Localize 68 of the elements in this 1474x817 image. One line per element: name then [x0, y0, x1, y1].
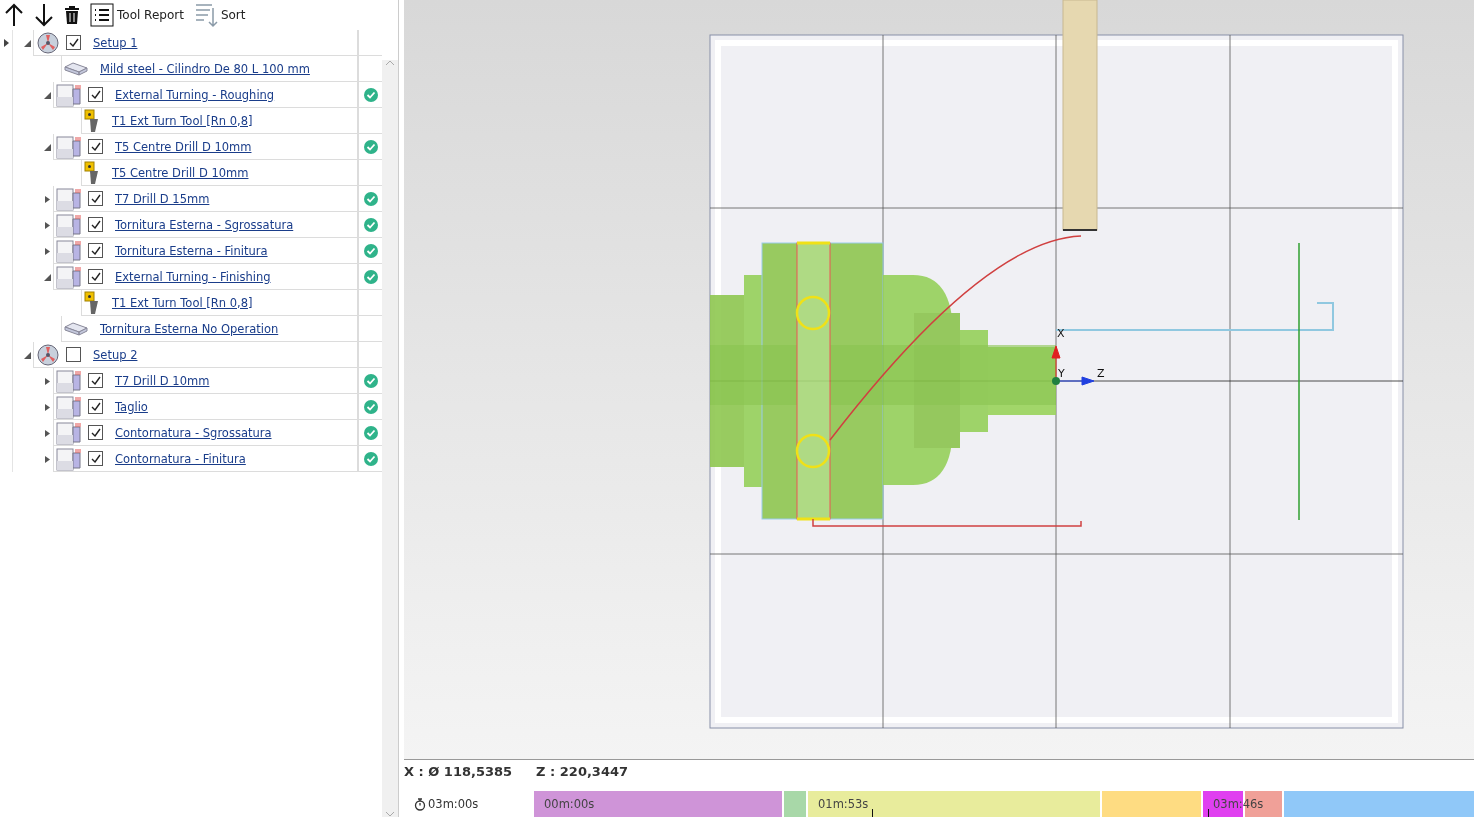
- segment-time: 00m:00s: [544, 797, 595, 811]
- chuck-icon: [36, 30, 60, 55]
- axis-label: Y: [1058, 367, 1065, 380]
- tree-item-link[interactable]: External Turning - Roughing: [115, 87, 275, 102]
- expander-icon[interactable]: [44, 143, 51, 151]
- axis-label: Z: [1097, 367, 1105, 380]
- 3d-viewport[interactable]: X Y Z: [404, 0, 1474, 760]
- expander-icon[interactable]: [44, 377, 51, 385]
- checkbox[interactable]: [88, 139, 103, 154]
- expander-icon[interactable]: [44, 403, 51, 411]
- checkbox[interactable]: [88, 451, 103, 466]
- tree-item-link[interactable]: Setup 1: [93, 35, 138, 50]
- checkbox[interactable]: [88, 399, 103, 414]
- checkbox[interactable]: [88, 87, 103, 102]
- z-coordinate: Z : 220,3447: [536, 763, 629, 779]
- tool-insert-icon: [84, 160, 100, 185]
- checkbox[interactable]: [88, 425, 103, 440]
- chuck-icon: [36, 342, 60, 367]
- tree-item-link[interactable]: Mild steel - Cilindro De 80 L 100 mm: [100, 61, 310, 76]
- trash-icon: [64, 5, 80, 25]
- tree-item-link[interactable]: Tornitura Esterna - Sgrossatura: [115, 217, 294, 232]
- toolbar-button[interactable]: Sort: [191, 1, 248, 29]
- tree-item-link[interactable]: T7 Drill D 15mm: [115, 191, 210, 206]
- checkbox[interactable]: [88, 269, 103, 284]
- expander-icon[interactable]: [44, 429, 51, 437]
- tree-item-link[interactable]: T1 Ext Turn Tool [Rn 0,8]: [112, 113, 253, 128]
- expander-icon[interactable]: [24, 39, 31, 47]
- list-icon: [90, 3, 114, 27]
- expander-icon[interactable]: [44, 221, 51, 229]
- tree-item-link[interactable]: Contornatura - Finitura: [115, 451, 246, 466]
- toolbar-button[interactable]: Tool Report: [88, 1, 186, 29]
- stock-block-icon: [64, 321, 88, 336]
- tree-item-link[interactable]: Taglio: [115, 399, 148, 414]
- stopwatch-icon: [414, 797, 426, 811]
- tree-item-link[interactable]: Tornitura Esterna No Operation: [100, 321, 279, 336]
- axis-label: X: [1057, 327, 1065, 340]
- tree-item-link[interactable]: T5 Centre Drill D 10mm: [115, 139, 252, 154]
- stock-block-icon: [64, 61, 88, 76]
- tree-item-link[interactable]: Setup 2: [93, 347, 138, 362]
- toolbar-icon-button[interactable]: [32, 1, 56, 29]
- tree-item-link[interactable]: Tornitura Esterna - Finitura: [115, 243, 268, 258]
- expander-icon[interactable]: [44, 247, 51, 255]
- tree-item-link[interactable]: Contornatura - Sgrossatura: [115, 425, 272, 440]
- expander-icon[interactable]: [3, 39, 9, 47]
- checkbox[interactable]: [88, 217, 103, 232]
- checkbox[interactable]: [66, 35, 81, 50]
- sort-icon: [193, 2, 218, 28]
- tool-insert-icon: [84, 290, 100, 315]
- tool-insert-icon: [84, 108, 100, 133]
- expander-icon[interactable]: [44, 91, 51, 99]
- expander-icon[interactable]: [44, 273, 51, 281]
- total-time: 03m:00s: [404, 797, 534, 811]
- checkbox[interactable]: [88, 243, 103, 258]
- segment-time: 01m:53s: [818, 797, 869, 811]
- checkbox[interactable]: [88, 373, 103, 388]
- checkbox[interactable]: [66, 347, 81, 362]
- down-arrow-icon: [34, 3, 54, 27]
- expander-icon[interactable]: [24, 351, 31, 359]
- up-arrow-icon: [4, 3, 24, 27]
- axis-triad-drawing: [1051, 345, 1095, 386]
- expander-icon[interactable]: [44, 455, 51, 463]
- tree-item-link[interactable]: T5 Centre Drill D 10mm: [112, 165, 249, 180]
- expander-icon[interactable]: [44, 195, 51, 203]
- tree-item-link[interactable]: T7 Drill D 10mm: [115, 373, 210, 388]
- checkbox[interactable]: [88, 191, 103, 206]
- tree-item-link[interactable]: T1 Ext Turn Tool [Rn 0,8]: [112, 295, 253, 310]
- tree-item-link[interactable]: External Turning - Finishing: [115, 269, 271, 284]
- x-coordinate: X : Ø 118,5385: [404, 763, 513, 779]
